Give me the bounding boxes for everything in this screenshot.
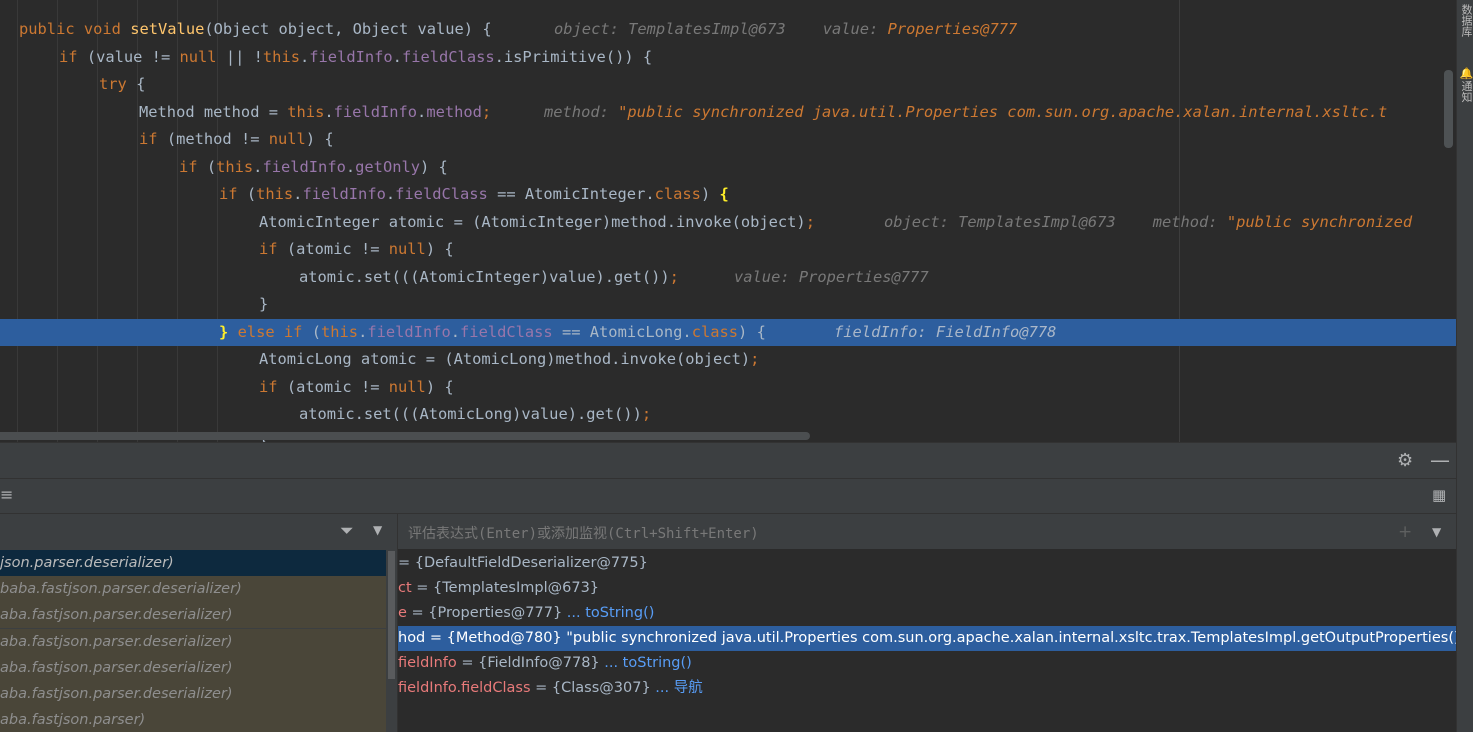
code-text: Method method = this.fieldInfo.method; [139, 102, 492, 121]
variables-tree[interactable]: = {DefaultFieldDeserializer@775} ct = {Te… [398, 549, 1456, 732]
code-text: atomic.set(((AtomicLong)value).get()); [299, 405, 652, 423]
code-editor[interactable]: public void setValue(Object object, Obje… [0, 0, 1456, 442]
inline-debug-value: method: "public synchronized java.util.P… [544, 102, 1388, 121]
editor-horizontal-scrollbar[interactable] [0, 432, 810, 440]
code-line[interactable]: atomic.set(((AtomicInteger)value).get())… [0, 264, 1456, 291]
chevron-down-icon[interactable]: ▼ [1432, 525, 1441, 539]
inline-debug-value: fieldInfo: FieldInfo@778 [834, 322, 1057, 341]
code-text: } else if (this.fieldInfo.fieldClass == … [219, 322, 766, 341]
variable-row[interactable]: fieldInfo = {FieldInfo@778} ... toString… [398, 651, 1456, 676]
gear-icon[interactable]: ⚙ [1397, 450, 1413, 471]
inline-debug-value: object: TemplatesImpl@673 method: "publi… [884, 212, 1413, 231]
variable-action-link[interactable]: ... toString() [562, 605, 655, 621]
menu-icon[interactable]: ≡ [0, 485, 13, 504]
code-line[interactable]: if (method != null) { [0, 126, 1456, 153]
code-line[interactable]: try { [0, 71, 1456, 98]
variable-value: = {DefaultFieldDeserializer@775} [398, 555, 648, 571]
code-text: try { [99, 75, 146, 93]
frame-item[interactable]: aba.fastjson.parser.deserializer) [0, 628, 386, 655]
frame-item[interactable]: aba.fastjson.parser) [0, 707, 386, 732]
frame-item[interactable]: aba.fastjson.parser.deserializer) [0, 654, 386, 681]
code-text: if (this.fieldInfo.getOnly) { [179, 157, 448, 176]
variable-value: = {Properties@777} [406, 605, 563, 621]
frame-item[interactable]: aba.fastjson.parser.deserializer) [0, 602, 386, 629]
variable-name: e [398, 605, 407, 621]
frame-item[interactable]: aba.fastjson.parser.deserializer) [0, 681, 386, 707]
frames-list[interactable]: json.parser.deserializer) baba.fastjson.p… [0, 549, 397, 732]
code-text: if (method != null) { [139, 130, 334, 148]
code-text: } [259, 295, 269, 313]
variable-name: fieldInfo.fieldClass [398, 680, 531, 696]
variable-row[interactable]: = {DefaultFieldDeserializer@775} [398, 551, 1456, 576]
code-line-current[interactable]: } else if (this.fieldInfo.fieldClass == … [0, 318, 1456, 346]
evaluate-expression-input[interactable]: 评估表达式(Enter)或添加监视(Ctrl+Shift+Enter) + ▼ [398, 513, 1456, 550]
code-line[interactable]: if (this.fieldInfo.fieldClass == AtomicI… [0, 181, 1456, 208]
filter-icon[interactable]: ⏷ [340, 521, 354, 541]
code-line[interactable]: public void setValue(Object object, Obje… [0, 16, 1456, 43]
notifications-tab[interactable]: 🔔通知 [1457, 60, 1473, 110]
code-text: public void setValue(Object object, Obje… [19, 20, 492, 38]
code-line[interactable]: if (this.fieldInfo.getOnly) { [0, 154, 1456, 181]
editor-vertical-scrollbar[interactable] [1444, 70, 1453, 148]
layout-icon[interactable]: ▦ [1432, 486, 1446, 504]
variable-value: = {Method@780} "public synchronized java… [425, 630, 1456, 646]
add-watch-icon[interactable]: + [1398, 522, 1412, 542]
code-line[interactable]: } [0, 291, 1456, 318]
notifications-label: 通知 [1460, 80, 1473, 103]
variable-row[interactable]: e = {Properties@777} ... toString() [398, 601, 1456, 626]
code-text: AtomicInteger atomic = (AtomicInteger)me… [259, 212, 815, 231]
debug-panel-header: ⚙ — [0, 442, 1456, 479]
frames-toolbar: ⏷ ▼ [0, 513, 397, 550]
code-line[interactable]: Method method = this.fieldInfo.method; me… [0, 99, 1456, 126]
variable-value: = {Class@307} [530, 680, 651, 696]
minimize-icon[interactable]: — [1430, 448, 1450, 472]
variable-name: hod [398, 630, 426, 646]
database-tab[interactable]: 数据库 [1457, 0, 1473, 40]
code-line[interactable]: AtomicLong atomic = (AtomicLong)method.i… [0, 346, 1456, 373]
code-line[interactable]: if (atomic != null) { [0, 236, 1456, 263]
frames-scrollbar[interactable] [387, 549, 396, 732]
bell-icon: 🔔 [1460, 67, 1473, 81]
code-line[interactable]: AtomicInteger atomic = (AtomicInteger)me… [0, 209, 1456, 236]
code-line[interactable]: if (atomic != null) { [0, 374, 1456, 401]
code-text: if (atomic != null) { [259, 377, 454, 396]
code-line[interactable]: atomic.set(((AtomicLong)value).get()); [0, 401, 1456, 428]
variable-row[interactable]: ct = {TemplatesImpl@673} [398, 576, 1456, 601]
chevron-down-icon[interactable]: ▼ [373, 523, 382, 537]
variable-row[interactable]: fieldInfo.fieldClass = {Class@307} ... 导… [398, 676, 1456, 701]
frame-item-selected[interactable]: json.parser.deserializer) [0, 550, 386, 576]
code-text: AtomicLong atomic = (AtomicLong)method.i… [259, 350, 760, 368]
variable-row[interactable]: hod = {Method@780} "public synchronized … [398, 626, 1456, 651]
code-text: if (value != null || !this.fieldInfo.fie… [59, 47, 653, 66]
inline-debug-value: value: Properties@777 [734, 267, 929, 286]
code-text: atomic.set(((AtomicInteger)value).get())… [299, 267, 679, 286]
variable-value: = {TemplatesImpl@673} [411, 580, 600, 596]
code-text: if (this.fieldInfo.fieldClass == AtomicI… [219, 185, 729, 203]
inline-debug-value: object: TemplatesImpl@673 value: Propert… [554, 20, 1018, 38]
variable-value: = {FieldInfo@778} [456, 655, 600, 671]
variable-name: ct [398, 580, 412, 596]
frame-item[interactable]: baba.fastjson.parser.deserializer) [0, 576, 386, 603]
code-line[interactable]: if (value != null || !this.fieldInfo.fie… [0, 44, 1456, 71]
variable-action-link[interactable]: ... 导航 [651, 680, 702, 696]
code-text: if (atomic != null) { [259, 240, 454, 258]
variable-action-link[interactable]: ... toString() [600, 655, 692, 671]
scrollbar-thumb[interactable] [388, 551, 395, 679]
watch-placeholder: 评估表达式(Enter)或添加监视(Ctrl+Shift+Enter) [408, 526, 759, 542]
right-tool-strip: 数据库 🔔通知 [1456, 0, 1473, 732]
variable-name: fieldInfo [398, 655, 457, 671]
debug-toolbar: ≡ ▦ [0, 478, 1456, 514]
